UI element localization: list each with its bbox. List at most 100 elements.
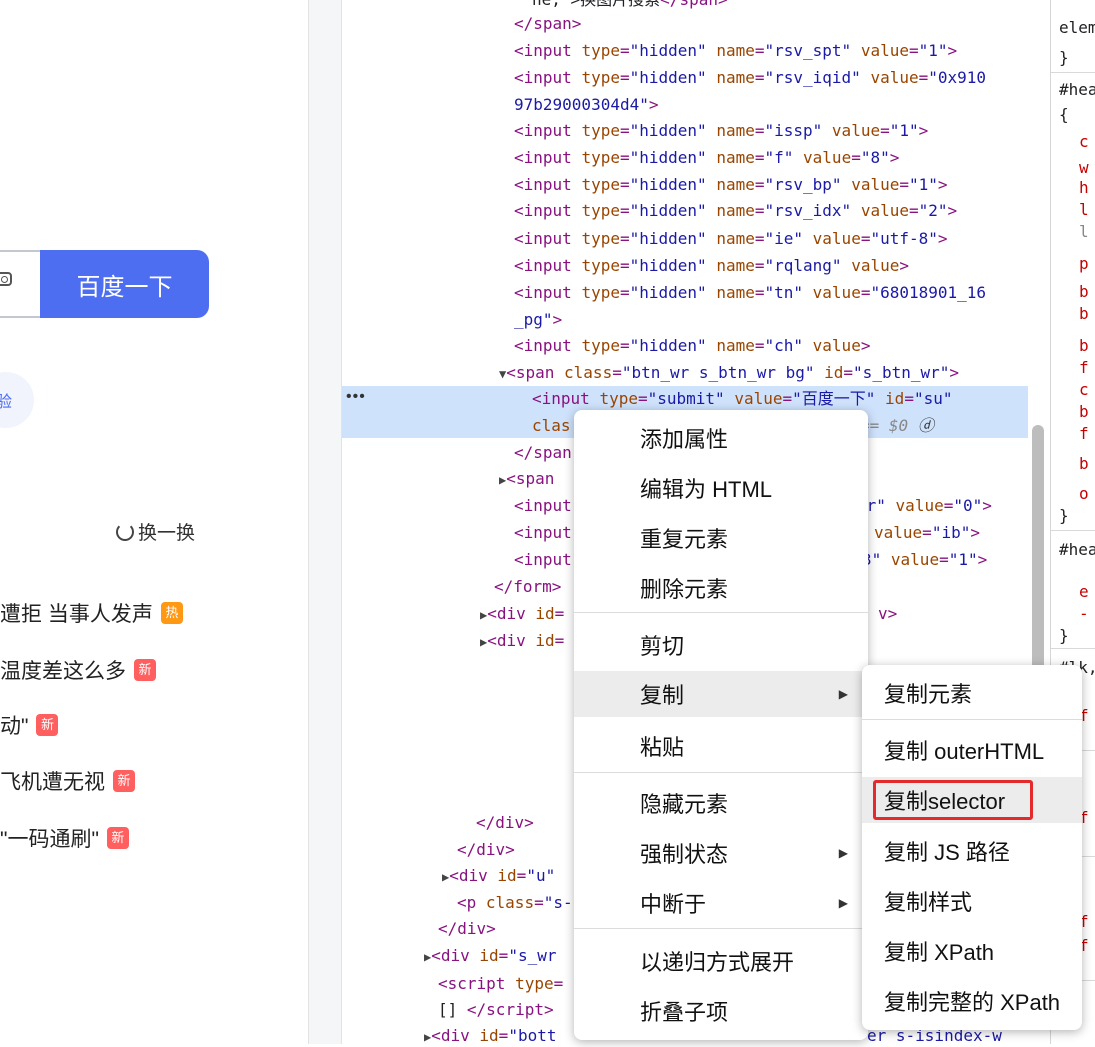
menu-item-label: 隐藏元素 (640, 792, 729, 817)
dom-node-line[interactable]: <input (514, 496, 572, 516)
highlight-box (873, 780, 1033, 820)
menu-item-label: 添加属性 (640, 427, 729, 452)
devtools-divider[interactable] (308, 0, 342, 1044)
dom-node-line[interactable]: <script type= (438, 974, 563, 994)
dom-node-line[interactable]: <input type="submit" value="百度一下" id="su… (532, 389, 952, 409)
dom-node-line[interactable]: <input type="hidden" name="rsv_iqid" val… (514, 68, 986, 88)
menu-item-expand-recursively[interactable]: 以递归方式展开 (574, 938, 868, 984)
dom-node-line[interactable]: ne, >换图片搜索</span> (532, 0, 728, 10)
dom-node-fragment[interactable]: v> (878, 604, 897, 624)
dom-node-line[interactable]: </span> (514, 14, 581, 34)
submenu-item-copy-styles[interactable]: 复制样式 (862, 878, 1082, 924)
dom-node-line[interactable]: <input type="hidden" name="ch" value> (514, 336, 870, 356)
hot-search-item[interactable]: 遭拒 当事人发声热 (0, 598, 183, 628)
dom-node-line[interactable]: ▶<div id="s_wr (424, 946, 556, 967)
dom-node-line[interactable]: <input type="hidden" name="f" value="8"> (514, 148, 899, 168)
dom-node-line[interactable]: <input type="hidden" name="rsv_bp" value… (514, 175, 948, 195)
hot-search-item[interactable]: 温度差这么多新 (0, 655, 156, 685)
menu-item-label: 删除元素 (640, 577, 729, 602)
dom-node-line[interactable]: ▼<span class="btn_wr s_btn_wr bg" id="s_… (499, 363, 959, 384)
dom-node-line[interactable]: [] </script> (438, 1000, 554, 1020)
dom-node-fragment[interactable]: 3" value="1"> (862, 550, 987, 570)
menu-item-cut[interactable]: 剪切 (574, 622, 868, 668)
style-rule-text: c (1079, 380, 1089, 399)
menu-item-hide-element[interactable]: 隐藏元素 (574, 780, 868, 826)
menu-item-delete-element[interactable]: 删除元素 (574, 565, 868, 611)
submenu-item-label: 复制 JS 路径 (884, 840, 1010, 865)
menu-item-label: 编辑为 HTML (640, 477, 773, 502)
dom-node-line[interactable]: _pg"> (514, 310, 562, 330)
dom-node-line[interactable]: <input type="hidden" name="rqlang" value… (514, 256, 909, 276)
menu-item-break-on[interactable]: 中断于 ▶ (574, 880, 868, 926)
dom-node-line[interactable]: 97b29000304d4"> (514, 95, 659, 115)
dom-node-line[interactable]: </form> (494, 577, 561, 597)
dom-node-line[interactable]: <input type="hidden" name="issp" value="… (514, 121, 928, 141)
style-rule-divider (1051, 648, 1095, 649)
dom-node-line[interactable]: <input (514, 550, 572, 570)
baidu-page: 百度一下 验 换一换 遭拒 当事人发声热温度差这么多新动" 新飞机遭无视新 "一码通… (0, 0, 308, 1044)
menu-item-label: 强制状态 (640, 842, 729, 867)
dom-node-line[interactable]: </div> (476, 813, 534, 833)
dom-node-line[interactable]: </div> (457, 840, 515, 860)
dom-node-line[interactable]: ▶<div id= (480, 631, 564, 652)
menu-item-edit-as-html[interactable]: 编辑为 HTML (574, 465, 868, 511)
dom-node-fragment[interactable]: == $0 ⓓ (860, 416, 934, 436)
camera-icon[interactable] (0, 272, 12, 286)
baidu-search-button[interactable]: 百度一下 (40, 250, 209, 318)
refresh-button[interactable]: 换一换 (116, 518, 195, 545)
submenu-item-copy-full-xpath[interactable]: 复制完整的 XPath (862, 978, 1082, 1024)
hot-search-item[interactable]: 动" 新 (0, 710, 59, 740)
dom-node-line[interactable]: <p class="s- (457, 893, 573, 913)
style-rule-text: e (1079, 582, 1089, 601)
new-tag-icon: 新 (36, 714, 59, 736)
submenu-item-copy-outerhtml[interactable]: 复制 outerHTML (862, 727, 1082, 773)
hot-search-item[interactable]: "一码通刷" 新 (0, 823, 129, 853)
hot-search-item[interactable]: 飞机遭无视新 (0, 766, 135, 796)
menu-item-paste[interactable]: 粘贴 (574, 723, 868, 769)
dom-node-fragment[interactable]: value="ib"> (874, 523, 980, 543)
dom-node-line[interactable]: </span (514, 443, 572, 463)
hot-search-text: 遭拒 当事人发声 (0, 603, 153, 626)
dom-node-line[interactable]: clas (532, 416, 571, 436)
dom-node-line[interactable]: </div> (438, 919, 496, 939)
style-rule-text: } (1059, 506, 1069, 525)
style-rule-text: } (1059, 626, 1069, 645)
style-rule-text: w (1079, 158, 1089, 177)
style-rule-text: b (1079, 402, 1089, 421)
dom-node-line[interactable]: ▶<div id= (480, 604, 564, 625)
style-rule-text: l (1079, 222, 1089, 241)
style-rule-text: #hea (1059, 540, 1095, 559)
submenu-arrow-icon: ▶ (838, 896, 848, 910)
menu-item-collapse-children[interactable]: 折叠子项 (574, 988, 868, 1034)
submenu-item-label: 复制 XPath (884, 940, 995, 965)
dom-node-line[interactable]: <input type="hidden" name="ie" value="ut… (514, 229, 948, 249)
experience-badge[interactable]: 验 (0, 372, 34, 428)
dom-node-line[interactable]: <input (514, 523, 572, 543)
style-rule-text: { (1059, 105, 1069, 124)
submenu-item-copy-js-path[interactable]: 复制 JS 路径 (862, 828, 1082, 874)
menu-item-add-attribute[interactable]: 添加属性 (574, 415, 868, 461)
menu-item-force-state[interactable]: 强制状态 ▶ (574, 830, 868, 876)
dom-node-line[interactable]: <input type="hidden" name="rsv_idx" valu… (514, 201, 957, 221)
menu-item-label: 复制 (640, 683, 685, 708)
dom-node-line[interactable]: ▶<div id="u" (442, 866, 555, 887)
submenu-item-copy-element[interactable]: 复制元素 (862, 670, 1082, 716)
hot-search-text: "一码通刷" (0, 828, 99, 851)
hot-search-text: 温度差这么多 (0, 660, 126, 683)
menu-separator (574, 772, 868, 773)
menu-item-copy[interactable]: 复制 ▶ (574, 671, 868, 717)
submenu-item-label: 复制完整的 XPath (884, 990, 1061, 1015)
dom-node-line[interactable]: <input type="hidden" name="rsv_spt" valu… (514, 41, 957, 61)
style-rule-text: - (1079, 604, 1089, 623)
copy-submenu: 复制完整的 XPath 复制 XPath 复制样式 复制 JS 路径 复制selecto… (862, 665, 1082, 1030)
new-tag-icon: 新 (134, 659, 156, 681)
ellipsis-icon[interactable]: ••• (346, 388, 366, 406)
submenu-arrow-icon: ▶ (838, 846, 848, 860)
style-rule-text: b (1079, 336, 1089, 355)
submenu-item-copy-xpath[interactable]: 复制 XPath (862, 928, 1082, 974)
style-rule-text: elem (1059, 18, 1095, 37)
menu-item-duplicate-element[interactable]: 重复元素 (574, 515, 868, 561)
dom-node-line[interactable]: ▶<span (499, 469, 554, 490)
dom-node-line[interactable]: <input type="hidden" name="tn" value="68… (514, 283, 986, 303)
dom-node-fragment[interactable]: er" value="0"> (857, 496, 992, 516)
